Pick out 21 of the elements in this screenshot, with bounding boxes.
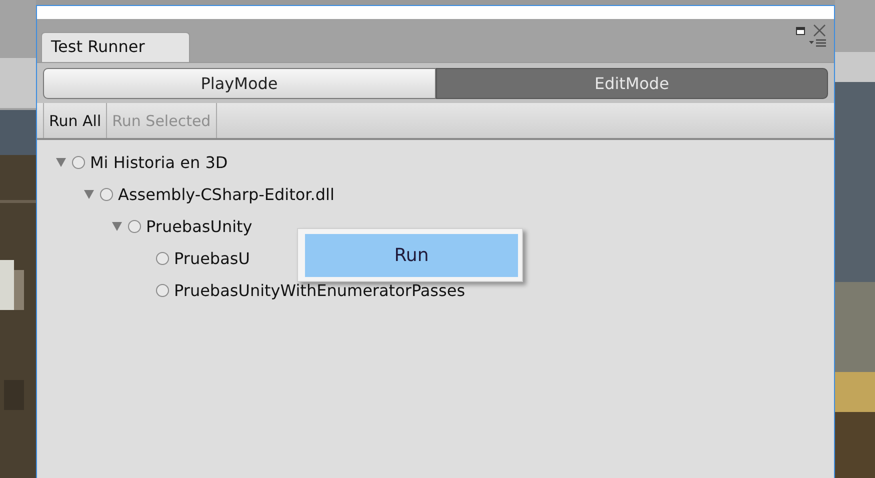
tree-item[interactable]: Assembly-CSharp-Editor.dll xyxy=(118,184,334,204)
status-circle-icon xyxy=(128,220,141,232)
maximize-icon[interactable] xyxy=(796,26,805,34)
expand-arrow-icon[interactable] xyxy=(111,220,123,232)
tree-item[interactable]: PruebasUnity xyxy=(146,216,252,236)
toolbar-button[interactable]: Run All xyxy=(43,103,108,138)
status-circle-icon xyxy=(100,188,113,200)
status-circle-icon xyxy=(72,156,85,168)
status-circle-icon xyxy=(156,284,169,296)
window-tab[interactable]: Test Runner xyxy=(41,32,190,62)
expand-arrow-icon[interactable] xyxy=(83,188,95,200)
menu-icon[interactable] xyxy=(809,39,826,47)
expand-arrow-icon[interactable] xyxy=(55,156,67,168)
status-circle-icon xyxy=(156,252,169,264)
tree-item[interactable]: Mi Historia en 3D xyxy=(90,152,228,172)
menu-item[interactable]: Run xyxy=(305,234,518,277)
mode-tab[interactable]: PlayMode xyxy=(43,68,436,99)
tree-item[interactable]: PruebasU xyxy=(174,248,250,268)
close-icon[interactable] xyxy=(813,24,826,37)
tree-item[interactable]: PruebasUnityWithEnumeratorPasses xyxy=(174,280,466,300)
mode-tab[interactable]: EditMode xyxy=(436,68,828,99)
